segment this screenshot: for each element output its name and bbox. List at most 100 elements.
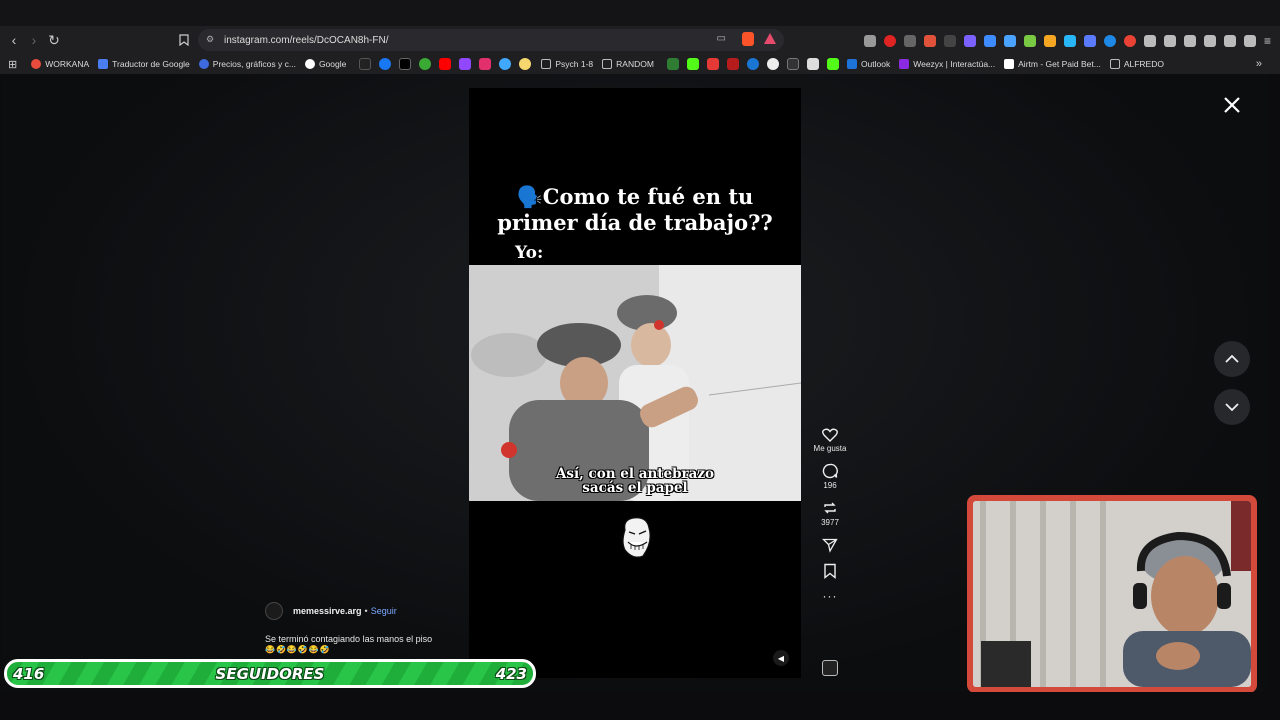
- post-description: Se terminó contagiando las manos el piso: [265, 634, 433, 644]
- facebook-icon[interactable]: [379, 58, 392, 70]
- bookmark-site-icon[interactable]: [746, 58, 759, 70]
- extension-icon[interactable]: [1024, 35, 1036, 47]
- bookmark-folder[interactable]: ALFREDO: [1109, 59, 1164, 69]
- comment-button[interactable]: 196: [812, 463, 848, 490]
- extension-icon[interactable]: [1124, 35, 1136, 47]
- repost-button[interactable]: 3977: [812, 500, 848, 527]
- bookmark-site-icon[interactable]: [766, 58, 779, 70]
- extension-icon[interactable]: [1004, 35, 1016, 47]
- reel-photo: Así, con el antebrazo sacás el papel: [469, 265, 801, 501]
- next-reel-button[interactable]: [1214, 389, 1250, 425]
- extension-icon[interactable]: [884, 35, 896, 47]
- instagram-icon[interactable]: [479, 58, 492, 70]
- bookmark-item[interactable]: WORKANA: [31, 59, 89, 69]
- brave-shield-icon[interactable]: [742, 32, 754, 46]
- bookmark-folder[interactable]: RANDOM: [602, 59, 654, 69]
- tab-strip: [0, 0, 1280, 26]
- extension-icon[interactable]: [924, 35, 936, 47]
- share-button[interactable]: [812, 537, 848, 553]
- follow-button[interactable]: Seguir: [371, 606, 397, 616]
- tiktok-icon[interactable]: [359, 58, 372, 70]
- extension-icon[interactable]: [904, 35, 916, 47]
- kick-icon[interactable]: [826, 58, 839, 70]
- bookmark-item[interactable]: Google: [304, 59, 346, 69]
- vpn-icon[interactable]: [1244, 35, 1256, 47]
- bookmark-site-icon[interactable]: [726, 58, 739, 70]
- youtube-icon[interactable]: [439, 58, 452, 70]
- wallet-icon[interactable]: [1204, 35, 1216, 47]
- x-icon[interactable]: [399, 58, 412, 70]
- like-button[interactable]: Me gusta: [812, 428, 848, 453]
- extension-icon[interactable]: [984, 35, 996, 47]
- folder-icon: [541, 59, 552, 69]
- extension-icon[interactable]: [1064, 35, 1076, 47]
- bookmark-item[interactable]: Weezyx | Interactúa...: [899, 59, 995, 69]
- extension-icon[interactable]: [964, 35, 976, 47]
- caption-line: sacás el papel: [582, 480, 688, 496]
- leo-icon[interactable]: [1224, 35, 1236, 47]
- address-bar[interactable]: ⚙ instagram.com/reels/DcOCAN8h-FN/ ▭: [198, 29, 784, 51]
- folder-icon: [1109, 59, 1120, 69]
- reel-title-line: primer día de trabajo??: [497, 210, 773, 235]
- kick-icon[interactable]: [686, 58, 699, 70]
- reel-video[interactable]: 🗣️Como te fué en tu primer día de trabaj…: [469, 88, 801, 678]
- bookmark-site-icon[interactable]: [499, 58, 512, 70]
- bookmark-item[interactable]: Traductor de Google: [98, 59, 190, 69]
- bookmark-site-icon[interactable]: [419, 58, 432, 70]
- separator-dot: •: [364, 606, 368, 616]
- bookmark-page-icon[interactable]: [174, 30, 194, 50]
- author-avatar[interactable]: [265, 602, 283, 620]
- apps-grid-icon[interactable]: ⊞: [8, 58, 17, 71]
- extension-icon[interactable]: [864, 35, 876, 47]
- back-icon[interactable]: ‹: [4, 30, 24, 50]
- repost-count: 3977: [821, 518, 839, 527]
- audio-avatar[interactable]: [822, 660, 838, 676]
- mute-button[interactable]: ◀: [773, 650, 789, 666]
- bookmark-item[interactable]: Airtm - Get Paid Bet...: [1004, 59, 1101, 69]
- followers-label: SEGUIDORES: [215, 664, 325, 683]
- save-button[interactable]: [812, 563, 848, 579]
- extension-icon[interactable]: [944, 35, 956, 47]
- bookmark-site-icon[interactable]: [519, 58, 532, 70]
- outlook-icon: [846, 59, 857, 69]
- folder-icon: [602, 59, 613, 69]
- bookmark-site-icon[interactable]: [786, 58, 799, 70]
- site-settings-icon[interactable]: ⚙: [206, 34, 214, 45]
- twitch-icon[interactable]: [459, 58, 472, 70]
- brave-rewards-icon[interactable]: [764, 33, 776, 44]
- comment-icon: [822, 463, 838, 479]
- webcam-overlay: [967, 495, 1257, 693]
- forward-icon[interactable]: ›: [24, 30, 44, 50]
- repost-icon: [824, 502, 836, 514]
- coin-icon: [198, 59, 209, 69]
- airtm-icon: [1004, 59, 1015, 69]
- bookmark-label: Psych 1-8: [555, 59, 594, 69]
- extension-icon[interactable]: [1104, 35, 1116, 47]
- reel-title-line: 🗣️Como te fué en tu: [516, 184, 754, 209]
- author-name[interactable]: memessirve.arg: [293, 606, 362, 616]
- bookmark-label: Precios, gráficos y c...: [212, 59, 296, 69]
- bookmark-folder[interactable]: Psych 1-8: [541, 59, 593, 69]
- close-icon[interactable]: [1222, 95, 1242, 115]
- puzzle-icon[interactable]: [1144, 35, 1156, 47]
- bookmark-label: Traductor de Google: [112, 59, 190, 69]
- bookmark-item[interactable]: Outlook: [846, 59, 890, 69]
- bookmark-site-icon[interactable]: [666, 58, 679, 70]
- troll-face-icon: [622, 517, 651, 558]
- extension-icon[interactable]: [1084, 35, 1096, 47]
- post-author: memessirve.arg • Seguir: [265, 602, 397, 620]
- previous-reel-button[interactable]: [1214, 341, 1250, 377]
- more-bookmarks-icon[interactable]: »: [1256, 58, 1262, 70]
- bookmark-site-icon[interactable]: [806, 58, 819, 70]
- reel-title: 🗣️Como te fué en tu primer día de trabaj…: [469, 184, 801, 236]
- media-icon[interactable]: [1164, 35, 1176, 47]
- more-options-button[interactable]: ···: [812, 589, 848, 603]
- sidebar-icon[interactable]: [1184, 35, 1196, 47]
- reload-icon[interactable]: ↻: [44, 30, 64, 50]
- bookmark-site-icon[interactable]: [706, 58, 719, 70]
- browser-toolbar: ‹ › ↻ ⚙ instagram.com/reels/DcOCAN8h-FN/…: [0, 26, 1280, 54]
- extension-icon[interactable]: [1044, 35, 1056, 47]
- cast-icon[interactable]: ▭: [717, 33, 726, 44]
- menu-icon[interactable]: ≡: [1264, 34, 1271, 48]
- bookmark-item[interactable]: Precios, gráficos y c...: [198, 59, 296, 69]
